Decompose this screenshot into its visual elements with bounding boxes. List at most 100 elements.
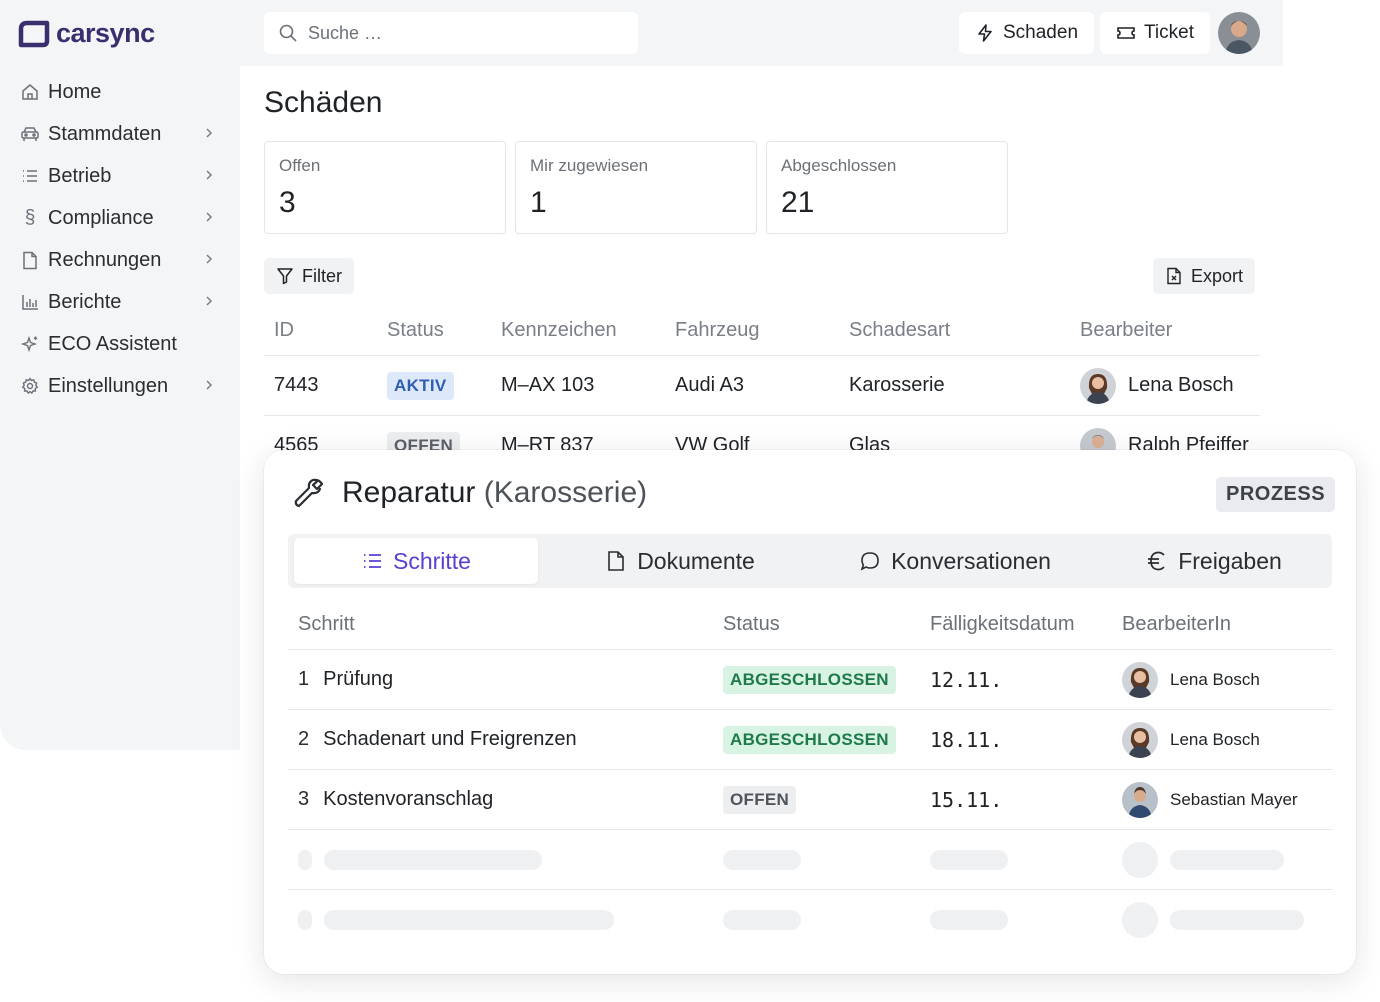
home-icon <box>20 82 40 102</box>
list-icon <box>20 166 40 186</box>
due-date: 15.11. <box>930 787 1003 812</box>
skeleton-avatar <box>1122 841 1158 878</box>
status-cell: AKTIV <box>387 356 454 415</box>
tab-label: Freigaben <box>1178 547 1282 574</box>
column-header-faelligkeitsdatum[interactable]: Fälligkeitsdatum <box>930 600 1075 649</box>
list-icon <box>364 554 381 568</box>
panel-tabs: Schritte Dokumente Konversationen Freiga… <box>288 534 1332 588</box>
steps-table: Schritt Status Fälligkeitsdatum Bearbeit… <box>288 600 1332 950</box>
chevron-right-icon <box>206 170 213 180</box>
skeleton-avatar <box>1122 902 1158 938</box>
lightning-icon <box>978 24 992 42</box>
row-kennzeichen: M–AX 103 <box>501 374 595 396</box>
avatar <box>1080 367 1116 404</box>
stat-card-abgeschlossen[interactable]: Abgeschlossen 21 <box>766 141 1008 234</box>
topbar: Suche … Schaden Ticket <box>240 0 1283 66</box>
step-name: Schadenart und Freigrenzen <box>323 728 577 750</box>
sidebar-item-label: Stammdaten <box>48 122 162 145</box>
sidebar-item-stammdaten[interactable]: Stammdaten <box>0 113 240 155</box>
skeleton-placeholder <box>324 910 614 930</box>
tab-dokumente[interactable]: Dokumente <box>570 538 790 584</box>
carsync-logo-icon <box>18 20 50 47</box>
sidebar-item-berichte[interactable]: Berichte <box>0 281 240 323</box>
table-row[interactable]: 7443 AKTIV M–AX 103 Audi A3 Karosserie L… <box>264 356 1260 416</box>
skeleton-row <box>288 830 1332 890</box>
table-row[interactable]: 3 Kostenvoranschlag OFFEN 15.11. Sebasti… <box>288 770 1332 830</box>
sidebar-item-betrieb[interactable]: Betrieb <box>0 155 240 197</box>
column-header-id[interactable]: ID <box>274 306 294 355</box>
file-icon <box>608 551 624 571</box>
new-ticket-button[interactable]: Ticket <box>1100 12 1210 54</box>
status-cell: OFFEN <box>723 770 797 829</box>
tab-freigaben[interactable]: Freigaben <box>1114 538 1314 584</box>
panel-title-main: Reparatur <box>342 476 476 509</box>
status-badge: ABGESCHLOSSEN <box>723 725 896 754</box>
column-header-status[interactable]: Status <box>723 600 780 649</box>
sidebar-item-einstellungen[interactable]: Einstellungen <box>0 365 240 407</box>
export-button[interactable]: Export <box>1153 258 1256 294</box>
chevron-right-icon <box>206 212 213 222</box>
file-export-icon <box>1167 267 1181 285</box>
logo[interactable]: carsync <box>18 18 155 49</box>
page-title: Schäden <box>264 86 383 119</box>
stat-label: Mir zugewiesen <box>530 156 649 175</box>
step-name: Kostenvoranschlag <box>323 788 494 810</box>
column-header-fahrzeug[interactable]: Fahrzeug <box>675 306 760 355</box>
column-header-status[interactable]: Status <box>387 306 444 355</box>
bar-chart-icon <box>20 292 40 312</box>
avatar <box>1122 781 1158 818</box>
sidebar-item-label: Berichte <box>48 290 122 313</box>
process-badge: PROZESS <box>1216 477 1336 512</box>
column-header-bearbeiterin[interactable]: BearbeiterIn <box>1122 600 1231 649</box>
wrench-icon <box>294 478 324 508</box>
user-avatar[interactable] <box>1218 12 1260 54</box>
skeleton-placeholder <box>723 910 801 930</box>
new-schaden-button[interactable]: Schaden <box>959 12 1095 54</box>
panel-title: Reparatur (Karosserie) <box>342 476 647 510</box>
gear-icon <box>20 376 40 396</box>
skeleton-placeholder <box>723 849 801 870</box>
table-header: Schritt Status Fälligkeitsdatum Bearbeit… <box>288 600 1332 650</box>
tab-schritte[interactable]: Schritte <box>294 538 538 584</box>
process-panel: Reparatur (Karosserie) PROZESS Schritte … <box>264 450 1356 974</box>
stat-card-mir-zugewiesen[interactable]: Mir zugewiesen 1 <box>515 141 757 234</box>
assignee-name: Sebastian Mayer <box>1170 789 1298 809</box>
search-icon <box>279 24 297 42</box>
step-cell: 3 Kostenvoranschlag <box>298 770 493 829</box>
skeleton-placeholder <box>1170 910 1304 930</box>
skeleton-row <box>288 890 1332 950</box>
chevron-right-icon <box>206 296 213 306</box>
assignee-cell: Sebastian Mayer <box>1122 770 1298 829</box>
chevron-right-icon <box>206 254 213 264</box>
sidebar-item-eco-assistent[interactable]: ECO Assistent <box>0 323 240 365</box>
sidebar-item-home[interactable]: Home <box>0 71 240 113</box>
tab-label: Schritte <box>393 547 471 574</box>
car-icon <box>20 124 40 144</box>
stat-label: Offen <box>279 156 321 175</box>
table-row[interactable]: 2 Schadenart und Freigrenzen ABGESCHLOSS… <box>288 710 1332 770</box>
row-schadensart: Karosserie <box>849 374 945 396</box>
stat-card-offen[interactable]: Offen 3 <box>264 141 506 234</box>
search-placeholder: Suche … <box>308 22 383 43</box>
column-header-schritt[interactable]: Schritt <box>298 600 355 649</box>
column-header-bearbeiter[interactable]: Bearbeiter <box>1080 306 1172 355</box>
file-icon <box>20 250 40 270</box>
tab-konversationen[interactable]: Konversationen <box>820 538 1090 584</box>
status-badge: AKTIV <box>387 371 454 400</box>
search-input[interactable]: Suche … <box>264 12 638 54</box>
sidebar-item-rechnungen[interactable]: Rechnungen <box>0 239 240 281</box>
chevron-right-icon <box>206 128 213 138</box>
sidebar-item-compliance[interactable]: § Compliance <box>0 197 240 239</box>
row-bearbeiter: Lena Bosch <box>1080 356 1234 415</box>
column-header-schadesart[interactable]: Schadesart <box>849 306 950 355</box>
filter-button[interactable]: Filter <box>264 258 354 294</box>
row-id: 7443 <box>274 374 319 396</box>
schaden-button-label: Schaden <box>1003 22 1079 43</box>
filter-label: Filter <box>302 265 342 286</box>
column-header-kennzeichen[interactable]: Kennzeichen <box>501 306 617 355</box>
status-cell: ABGESCHLOSSEN <box>723 650 896 709</box>
skeleton-placeholder <box>298 849 312 870</box>
sidebar-item-label: ECO Assistent <box>48 332 177 355</box>
brand-name: carsync <box>56 18 155 48</box>
table-row[interactable]: 1 Prüfung ABGESCHLOSSEN 12.11. Lena Bosc… <box>288 650 1332 710</box>
